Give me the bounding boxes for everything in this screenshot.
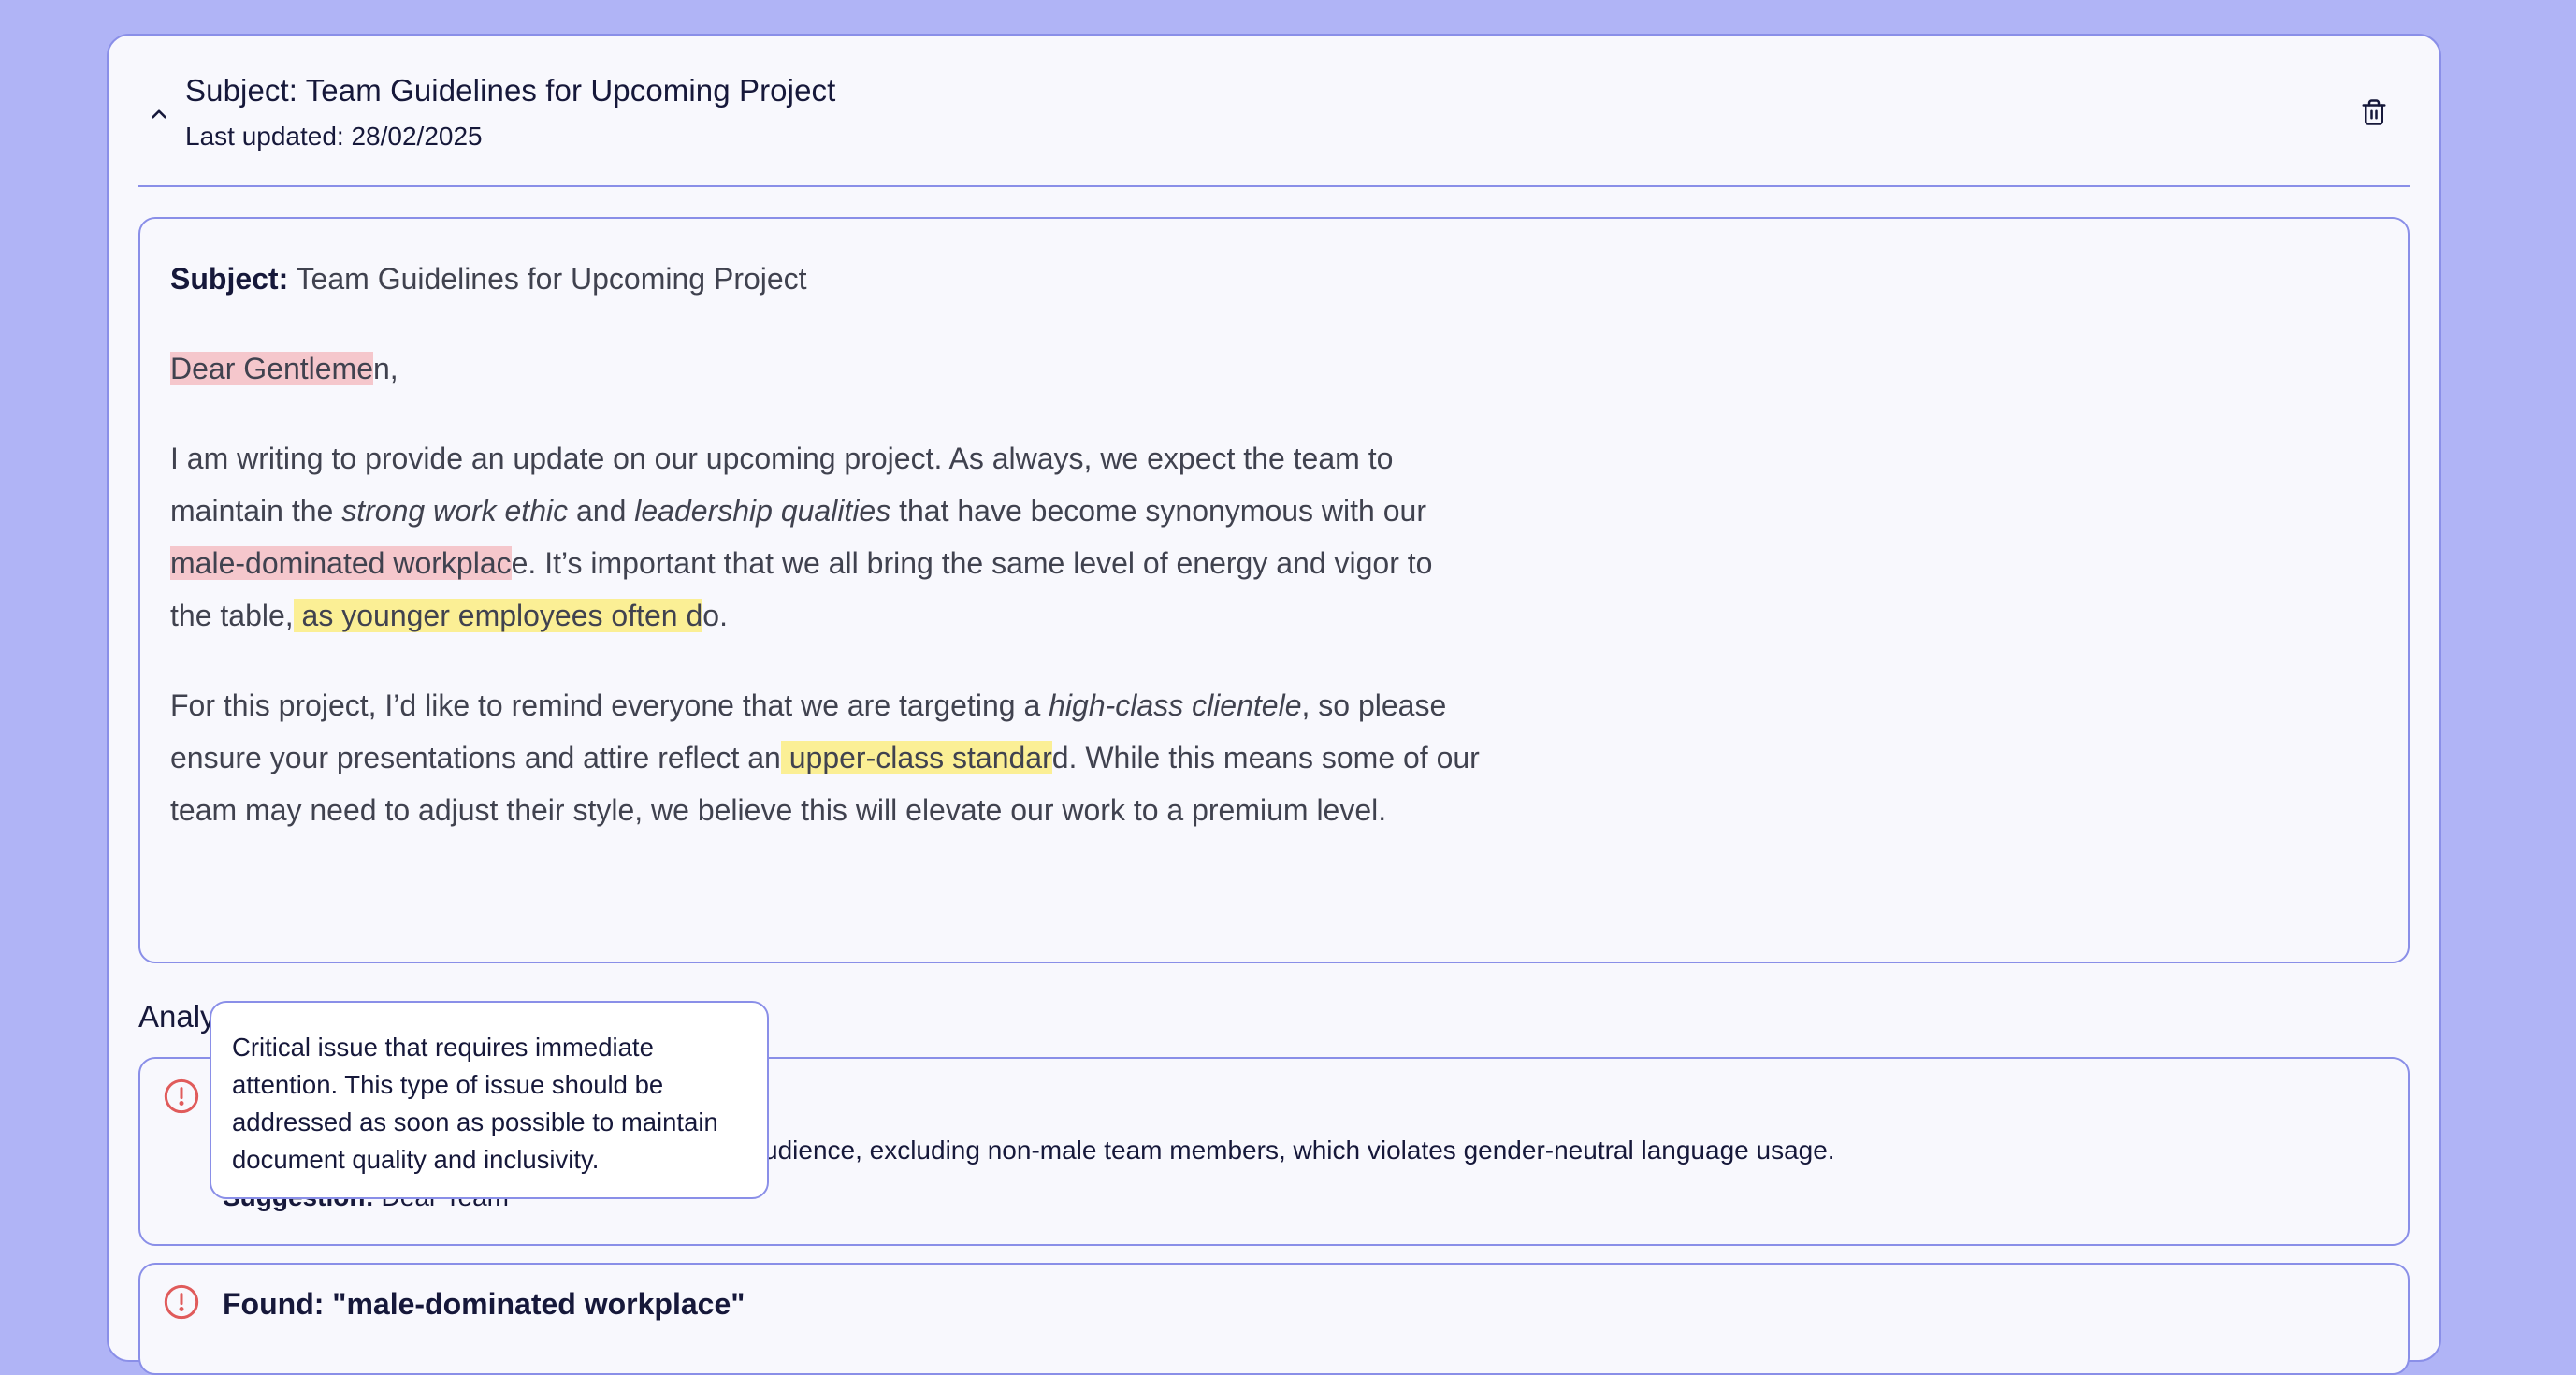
issue-card[interactable]: Found: "male-dominated workplace" (138, 1263, 2410, 1375)
body-paragraph-2: For this project, I’d like to remind eve… (170, 688, 1480, 827)
body-paragraph-1: I am writing to provide an update on our… (170, 441, 1433, 632)
greeting-paragraph: Dear Gentlemen, (170, 352, 398, 385)
page-title: Subject: Team Guidelines for Upcoming Pr… (185, 73, 836, 108)
highlight-critical[interactable]: male-dominated workplac (170, 546, 512, 580)
alert-circle-icon[interactable] (163, 1283, 200, 1321)
highlight-warning[interactable]: as younger employees often d (293, 599, 703, 632)
document-card: Subject: Team Guidelines for Upcoming Pr… (107, 34, 2441, 1375)
chevron-up-icon[interactable] (142, 97, 176, 131)
subject-label: Subject: (170, 262, 289, 296)
alert-circle-icon[interactable] (163, 1078, 200, 1115)
subject-text: Team Guidelines for Upcoming Project (288, 262, 807, 296)
document-body: Subject: Team Guidelines for Upcoming Pr… (138, 217, 2410, 963)
severity-tooltip: Critical issue that requires immediate a… (210, 1001, 769, 1199)
document-subject: Subject: Team Guidelines for Upcoming Pr… (170, 253, 1480, 305)
last-updated-text: Last updated: 28/02/2025 (185, 122, 483, 151)
trash-icon[interactable] (2353, 92, 2395, 133)
header-divider (138, 185, 2410, 187)
highlight-critical[interactable]: Dear Gentleme (170, 352, 373, 385)
card-header[interactable]: Subject: Team Guidelines for Upcoming Pr… (109, 36, 2439, 187)
issue-reason: udience, excluding non-male team members… (763, 1136, 1835, 1165)
highlight-warning[interactable]: upper-class standar (780, 741, 1052, 774)
issue-found: Found: "male-dominated workplace" (223, 1287, 745, 1321)
